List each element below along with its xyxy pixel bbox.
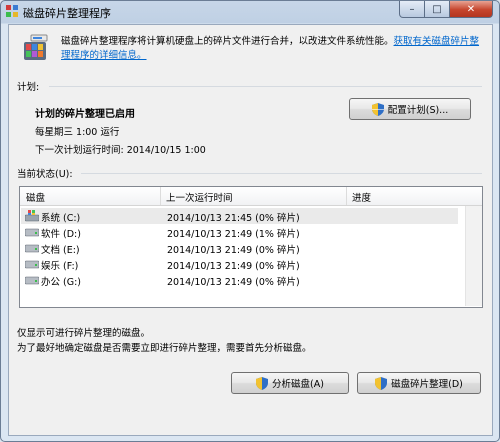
defragment-disk-label: 磁盘碎片整理(D) <box>391 379 463 390</box>
intro-text: 磁盘碎片整理程序将计算机硬盘上的碎片文件进行合并，以改进文件系统性能。获取有关磁… <box>61 35 481 63</box>
maximize-button[interactable]: □ <box>425 1 450 18</box>
dialog-body: 磁盘碎片整理程序将计算机硬盘上的碎片文件进行合并，以改进文件系统性能。获取有关磁… <box>8 24 493 436</box>
disk-row[interactable]: 娱乐 (F:) 2014/10/13 21:49 (0% 碎片) <box>21 256 458 272</box>
disk-name: 娱乐 (F:) <box>41 261 79 272</box>
hard-drive-icon <box>25 276 39 285</box>
column-last-run[interactable]: 上一次运行时间 <box>166 190 233 204</box>
note-analyze-first: 为了最好地确定磁盘是否需要立即进行碎片整理，需要首先分析磁盘。 <box>17 343 312 354</box>
note-eligible-disks: 仅显示可进行碎片整理的磁盘。 <box>17 328 151 339</box>
column-disk[interactable]: 磁盘 <box>26 190 45 204</box>
column-separator[interactable] <box>346 187 347 205</box>
disk-list-header: 磁盘 上一次运行时间 进度 <box>20 187 482 206</box>
disk-name: 文档 (E:) <box>41 245 80 256</box>
schedule-status: 计划的碎片整理已启用 <box>35 109 135 120</box>
hard-drive-icon <box>25 260 39 269</box>
disk-last-run: 2014/10/13 21:49 (1% 碎片) <box>167 229 300 240</box>
title-bar[interactable]: 磁盘碎片整理程序 – □ ✕ <box>1 1 499 24</box>
disk-row[interactable]: 系统 (C:) 2014/10/13 21:45 (0% 碎片) <box>21 208 458 224</box>
disk-last-run: 2014/10/13 21:49 (0% 碎片) <box>167 277 300 288</box>
disk-last-run: 2014/10/13 21:45 (0% 碎片) <box>167 213 300 224</box>
disk-name: 办公 (G:) <box>41 277 81 288</box>
minimize-button[interactable]: – <box>399 1 425 18</box>
defrag-large-icon <box>24 34 48 60</box>
analyze-disk-label: 分析磁盘(A) <box>272 379 324 390</box>
defrag-app-icon <box>6 5 18 17</box>
disk-last-run: 2014/10/13 21:49 (0% 碎片) <box>167 261 300 272</box>
uac-shield-icon <box>256 376 269 390</box>
hard-drive-icon <box>25 228 39 237</box>
window-controls: – □ ✕ <box>399 1 493 18</box>
disk-row[interactable]: 办公 (G:) 2014/10/13 21:49 (0% 碎片) <box>21 272 458 288</box>
column-progress[interactable]: 进度 <box>352 190 371 204</box>
uac-shield-icon <box>371 102 384 116</box>
column-separator[interactable] <box>160 187 161 205</box>
hard-drive-icon <box>25 244 39 253</box>
disk-name: 软件 (D:) <box>41 229 81 240</box>
intro-description: 磁盘碎片整理程序将计算机硬盘上的碎片文件进行合并，以改进文件系统性能。 <box>61 36 394 47</box>
schedule-section-label: 计划: <box>17 82 40 93</box>
status-divider <box>81 173 482 174</box>
configure-schedule-label: 配置计划(S)... <box>387 105 449 116</box>
disk-row[interactable]: 软件 (D:) 2014/10/13 21:49 (1% 碎片) <box>21 224 458 240</box>
configure-schedule-button[interactable]: 配置计划(S)... <box>349 98 471 120</box>
disk-list-scrollbar[interactable] <box>465 206 482 306</box>
close-button[interactable]: ✕ <box>450 1 493 18</box>
disk-list[interactable]: 磁盘 上一次运行时间 进度 系统 (C:) 2014/10/13 21:45 (… <box>19 186 483 308</box>
window-title: 磁盘碎片整理程序 <box>23 7 111 20</box>
status-section-label: 当前状态(U): <box>17 169 73 180</box>
defragment-disk-button[interactable]: 磁盘碎片整理(D) <box>357 372 481 394</box>
schedule-frequency: 每星期三 1:00 运行 <box>35 127 120 138</box>
system-drive-icon <box>25 210 39 222</box>
disk-name: 系统 (C:) <box>41 213 81 224</box>
uac-shield-icon <box>375 376 388 390</box>
disk-last-run: 2014/10/13 21:49 (0% 碎片) <box>167 245 300 256</box>
dialog-window: 磁盘碎片整理程序 – □ ✕ 磁盘碎片整理程序将计算机硬盘上的碎片文件进行合并，… <box>0 0 500 442</box>
analyze-disk-button[interactable]: 分析磁盘(A) <box>231 372 349 394</box>
disk-row[interactable]: 文档 (E:) 2014/10/13 21:49 (0% 碎片) <box>21 240 458 256</box>
schedule-next-run: 下一次计划运行时间: 2014/10/15 1:00 <box>35 145 206 156</box>
schedule-divider <box>49 86 482 87</box>
